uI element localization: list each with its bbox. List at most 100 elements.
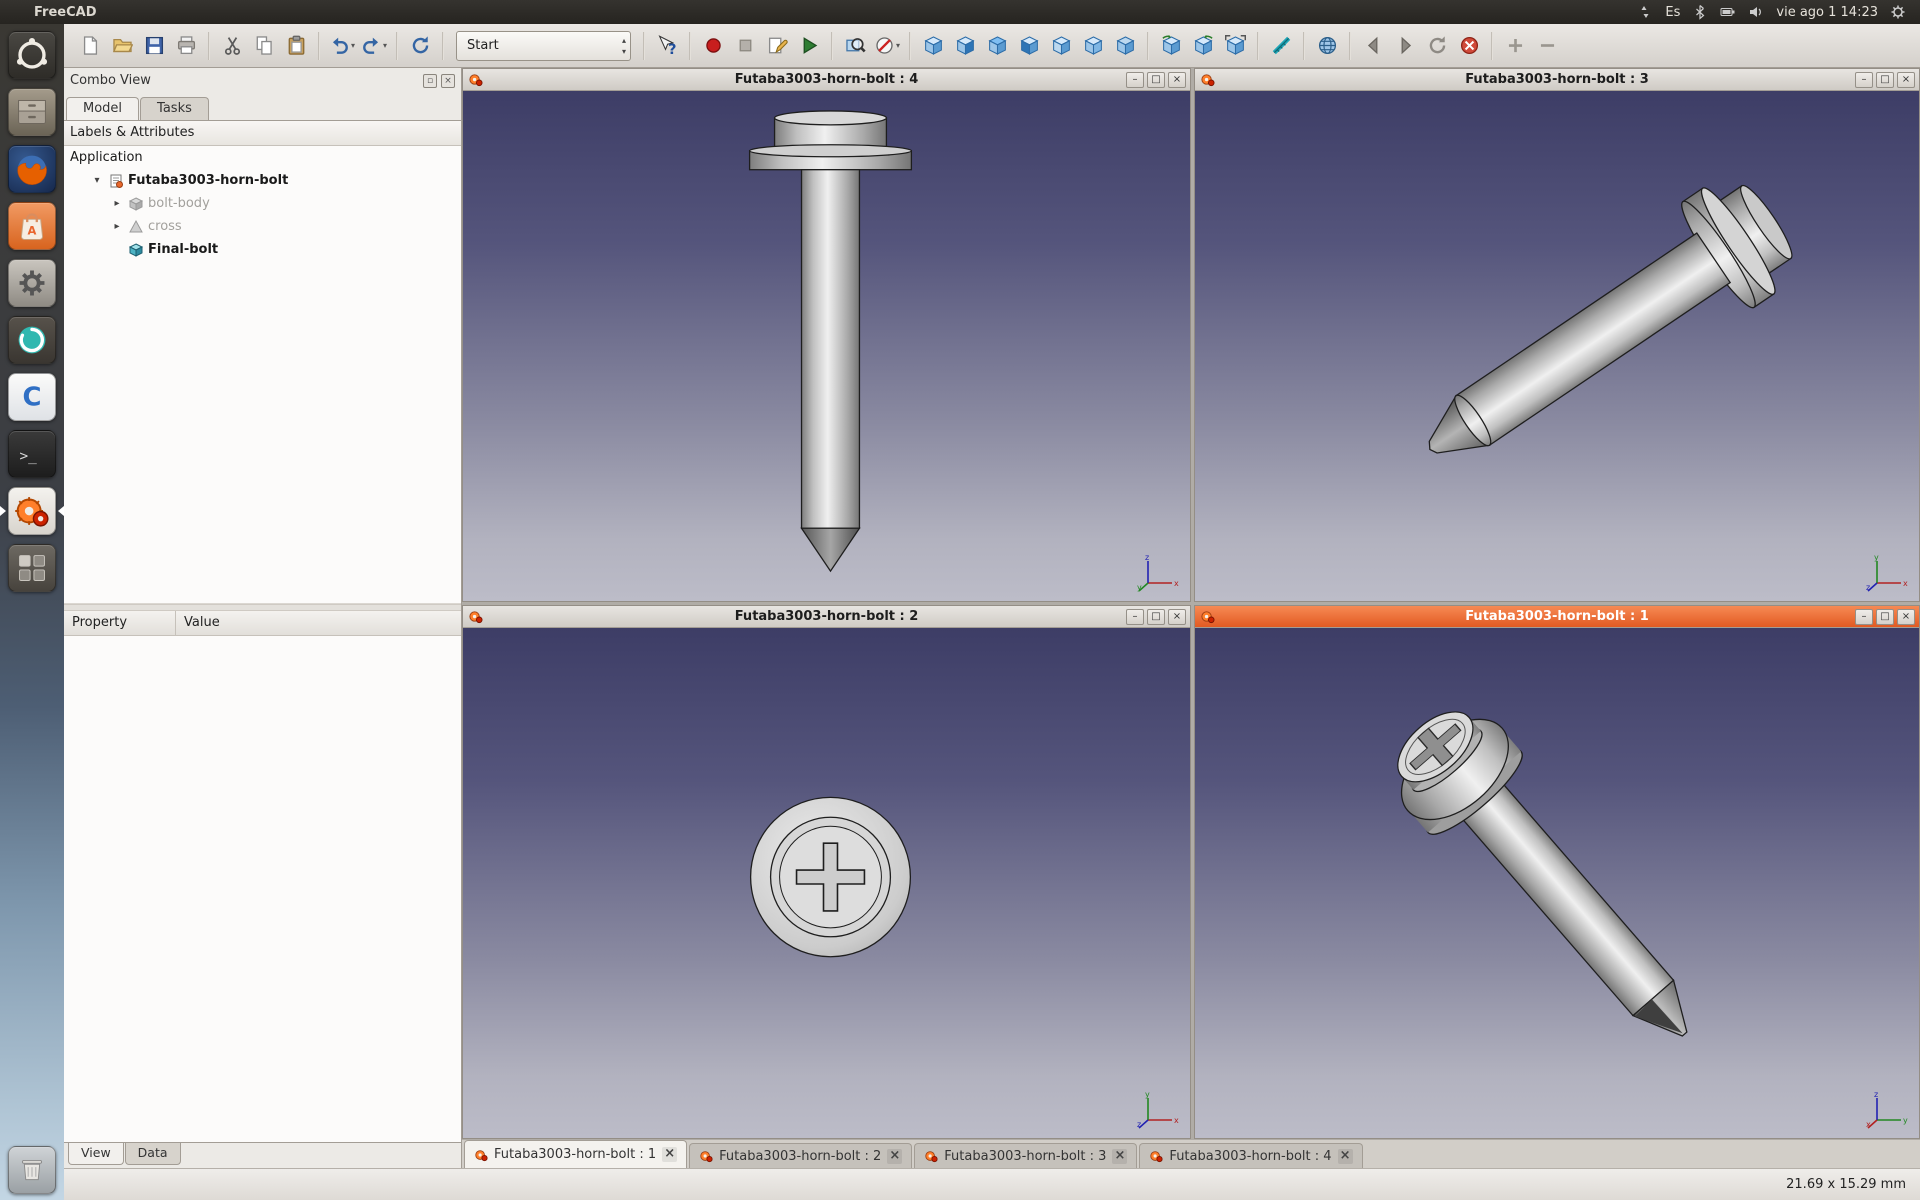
macro-execute-button[interactable] [793,30,825,62]
launcher-ubuntu-one[interactable] [0,316,64,364]
cut-button[interactable] [216,30,248,62]
view-top-button[interactable] [981,30,1013,62]
undo-dropdown-icon[interactable]: ▾ [351,41,355,50]
session-gear-icon[interactable] [1890,4,1906,20]
view-rotate-right-button[interactable] [1187,30,1219,62]
macro-edit-button[interactable] [761,30,793,62]
dock-close-button[interactable]: × [441,74,455,88]
draw-style-button[interactable]: ▾ [871,30,903,62]
tree-expand-arrow-icon[interactable]: ▸ [110,198,124,209]
launcher-freecad[interactable] [0,487,64,535]
tree-item-final-bolt[interactable]: Final-bolt [64,238,461,261]
panel-splitter[interactable] [64,604,461,611]
fit-all-button[interactable] [839,30,871,62]
battery-icon[interactable] [1720,4,1736,20]
window-maximize-button[interactable]: □ [1147,609,1165,625]
nav-stop-button[interactable] [1453,30,1485,62]
tree-item-cross[interactable]: ▸cross [64,215,461,238]
tree-item-application[interactable]: Application [64,146,461,169]
view-right-button[interactable] [1013,30,1045,62]
window-titlebar[interactable]: Futaba3003-horn-bolt : 1 – □ × [1195,606,1919,628]
view-front-button[interactable] [949,30,981,62]
bluetooth-icon[interactable] [1692,4,1708,20]
view-rear-button[interactable] [1045,30,1077,62]
3d-viewport-angled[interactable]: x y z [1195,91,1919,601]
mdi-tab-2[interactable]: Futaba3003-horn-bolt : 2× [689,1143,912,1168]
mdi-tab-1[interactable]: Futaba3003-horn-bolt : 1× [464,1140,687,1168]
nav-back-button[interactable] [1357,30,1389,62]
property-column-header[interactable]: Property [64,611,176,635]
3d-viewport-front[interactable]: x z y [463,91,1190,601]
window-maximize-button[interactable]: □ [1147,72,1165,88]
window-titlebar[interactable]: Futaba3003-horn-bolt : 4 – □ × [463,69,1190,91]
window-close-button[interactable]: × [1168,609,1186,625]
tree-expand-arrow-icon[interactable]: ▸ [110,221,124,232]
macro-record-button[interactable] [697,30,729,62]
tree-item-futaba3003-horn-bolt[interactable]: ▾Futaba3003-horn-bolt [64,169,461,192]
launcher-files[interactable] [0,88,64,136]
volume-icon[interactable] [1748,4,1764,20]
nav-refresh-button[interactable] [1421,30,1453,62]
whats-this-button[interactable]: ? [651,30,683,62]
copy-button[interactable] [248,30,280,62]
nav-forward-button[interactable] [1389,30,1421,62]
launcher-trash[interactable] [0,1146,64,1194]
launcher-firefox[interactable] [0,145,64,193]
draw-style-dropdown-icon[interactable]: ▾ [896,41,900,50]
launcher-software-center[interactable]: A [0,202,64,250]
macro-stop-button[interactable] [729,30,761,62]
window-minimize-button[interactable]: – [1855,72,1873,88]
window-minimize-button[interactable]: – [1126,72,1144,88]
tab-close-icon[interactable]: × [887,1149,902,1164]
refresh-button[interactable] [404,30,436,62]
dock-float-button[interactable]: ▫ [423,74,437,88]
launcher-terminal[interactable]: >_ [0,430,64,478]
measure-distance-button[interactable] [1265,30,1297,62]
paste-button[interactable] [280,30,312,62]
tab-model[interactable]: Model [66,97,139,120]
new-file-button[interactable] [74,30,106,62]
tab-data[interactable]: Data [125,1143,181,1165]
view-fullscreen-button[interactable] [1219,30,1251,62]
3d-viewport-top[interactable]: x y z [463,628,1190,1138]
keyboard-layout-indicator[interactable]: Es [1665,5,1680,20]
tree-collapse-arrow-icon[interactable]: ▾ [90,175,104,186]
3d-viewport-isometric[interactable]: y z x [1195,628,1919,1138]
view-axonometric-button[interactable] [917,30,949,62]
redo-button[interactable]: ▾ [358,30,390,62]
tab-close-icon[interactable]: × [1112,1149,1127,1164]
zoom-in-button[interactable] [1499,30,1531,62]
print-button[interactable] [170,30,202,62]
undo-button[interactable]: ▾ [326,30,358,62]
redo-dropdown-icon[interactable]: ▾ [383,41,387,50]
save-button[interactable] [138,30,170,62]
launcher-browser-c[interactable]: C [0,373,64,421]
launcher-workspace-switcher[interactable] [0,544,64,592]
value-column-header[interactable]: Value [176,611,461,635]
view-rotate-left-button[interactable] [1155,30,1187,62]
window-maximize-button[interactable]: □ [1876,72,1894,88]
launcher-system-settings[interactable] [0,259,64,307]
tab-view[interactable]: View [68,1143,124,1165]
window-minimize-button[interactable]: – [1126,609,1144,625]
clock[interactable]: vie ago 1 14:23 [1776,5,1878,20]
tab-close-icon[interactable]: × [662,1147,677,1162]
tree-item-bolt-body[interactable]: ▸bolt-body [64,192,461,215]
window-close-button[interactable]: × [1897,609,1915,625]
tab-tasks[interactable]: Tasks [140,97,209,120]
workbench-selector[interactable]: Start▴▾ [456,31,631,61]
launcher-dash-home[interactable] [0,31,64,79]
window-titlebar[interactable]: Futaba3003-horn-bolt : 3 – □ × [1195,69,1919,91]
mdi-tab-4[interactable]: Futaba3003-horn-bolt : 4× [1139,1143,1362,1168]
workbench-spinner-icon[interactable]: ▴▾ [622,35,626,57]
view-left-button[interactable] [1109,30,1141,62]
mdi-tab-3[interactable]: Futaba3003-horn-bolt : 3× [914,1143,1137,1168]
network-arrows-icon[interactable] [1637,4,1653,20]
window-close-button[interactable]: × [1897,72,1915,88]
tab-close-icon[interactable]: × [1338,1149,1353,1164]
window-close-button[interactable]: × [1168,72,1186,88]
window-titlebar[interactable]: Futaba3003-horn-bolt : 2 – □ × [463,606,1190,628]
open-file-button[interactable] [106,30,138,62]
view-bottom-button[interactable] [1077,30,1109,62]
window-maximize-button[interactable]: □ [1876,609,1894,625]
